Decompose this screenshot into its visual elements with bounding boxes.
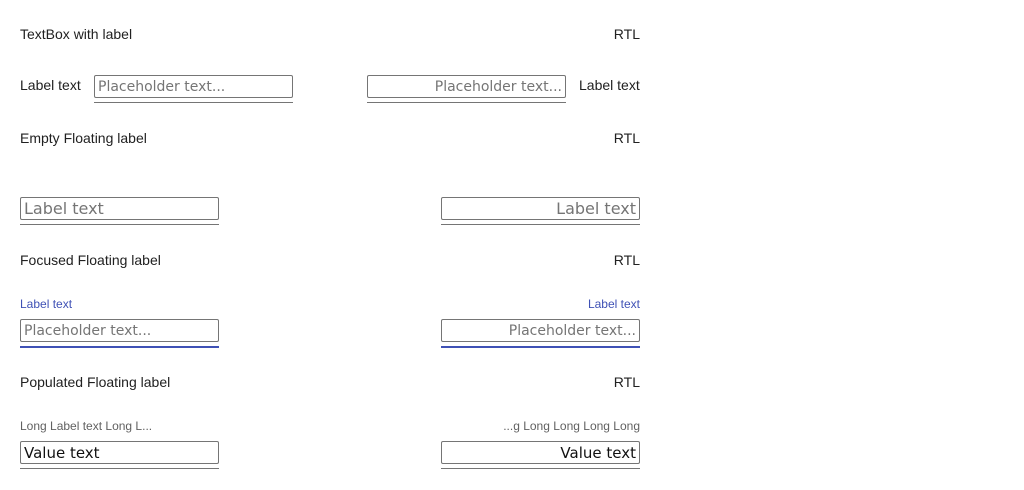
- floating-label: Label text: [20, 297, 73, 311]
- textbox-underline: [367, 102, 566, 103]
- floating-label-rtl: Label text: [587, 297, 640, 311]
- textbox-underline: [20, 224, 219, 225]
- floating-label-rtl: ...g Long Long Long Long: [503, 419, 640, 433]
- empty-floating-textbox-rtl[interactable]: [441, 197, 640, 220]
- labeled-textbox-rtl[interactable]: [367, 75, 566, 98]
- floating-label: Long Label text Long L...: [20, 419, 153, 433]
- textbox-underline: [20, 468, 219, 469]
- rtl-tag: RTL: [613, 252, 640, 268]
- focused-floating-textbox-rtl[interactable]: [441, 319, 640, 342]
- textbox-underline: [94, 102, 293, 103]
- rtl-tag: RTL: [613, 374, 640, 390]
- populated-floating-textbox-ltr[interactable]: [20, 441, 219, 464]
- section-heading-focused-floating: Focused Floating label: [20, 252, 161, 268]
- textbox-label-rtl: Label text: [579, 77, 640, 93]
- focused-floating-textbox-ltr[interactable]: [20, 319, 219, 342]
- focus-underline: [20, 346, 219, 348]
- section-heading-textbox-with-label: TextBox with label: [20, 26, 133, 42]
- rtl-tag: RTL: [613, 130, 640, 146]
- textbox-underline: [441, 468, 640, 469]
- section-heading-populated-floating: Populated Floating label: [20, 374, 171, 390]
- section-heading-empty-floating: Empty Floating label: [20, 130, 147, 146]
- rtl-tag: RTL: [613, 26, 640, 42]
- labeled-textbox-ltr[interactable]: [94, 75, 293, 98]
- populated-floating-textbox-rtl[interactable]: [441, 441, 640, 464]
- textbox-label: Label text: [20, 77, 81, 93]
- textbox-underline: [441, 224, 640, 225]
- focus-underline: [441, 346, 640, 348]
- empty-floating-textbox-ltr[interactable]: [20, 197, 219, 220]
